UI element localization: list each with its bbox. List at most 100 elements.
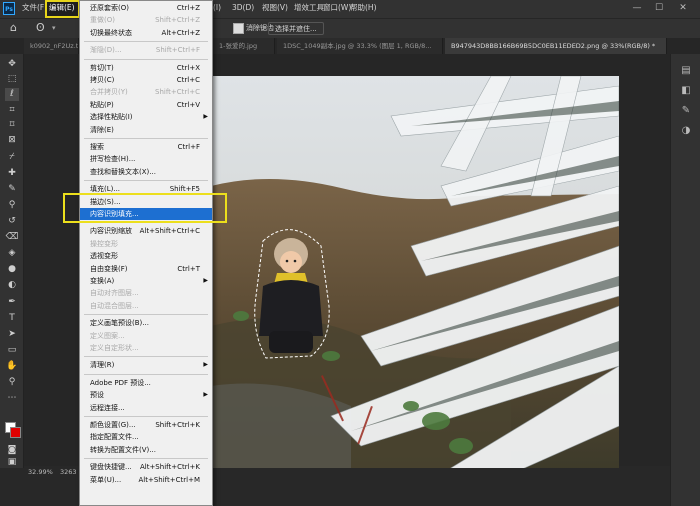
- menu-item-label: 自由变换(F): [90, 264, 128, 273]
- brush-tool-icon[interactable]: ✎: [5, 183, 19, 196]
- tool-preset-chevron-icon[interactable]: ▾: [52, 22, 60, 34]
- menu-item-shortcut: Ctrl+T: [177, 264, 200, 273]
- marquee-tool-icon[interactable]: ⬚: [5, 73, 19, 86]
- adjustments-panel-icon[interactable]: ◑: [679, 124, 693, 138]
- submenu-arrow-icon: ▶: [203, 361, 208, 369]
- menu-item-shortcut: Ctrl+Z: [176, 4, 200, 12]
- menu-item-label: 键盘快捷键...: [90, 463, 132, 472]
- edit-menu-item[interactable]: 剪切(T) Ctrl+X: [80, 62, 212, 74]
- eyedropper-tool-icon[interactable]: ⌿: [5, 151, 19, 164]
- tab-document-3[interactable]: 1DSC_1049副本.jpg @ 33.3% (图层 1, RGB/8...: [277, 38, 443, 54]
- edit-menu-item[interactable]: 指定配置文件...: [80, 431, 212, 443]
- document-image[interactable]: [211, 76, 619, 474]
- frame-tool-icon[interactable]: ⊠: [5, 134, 19, 147]
- edit-menu-item[interactable]: 自由变换(F) Ctrl+T: [80, 263, 212, 275]
- minimize-icon[interactable]: —: [630, 2, 644, 14]
- antialias-checkbox[interactable]: [233, 23, 244, 34]
- annotation-highlight-box: [63, 192, 227, 224]
- menu-item-shortcut: Shift+Ctrl+C: [155, 88, 200, 97]
- edit-menu-item[interactable]: 透视变形: [80, 250, 212, 262]
- tab-document-1[interactable]: k0902_nF2Uz.tt...: [24, 38, 79, 54]
- menu-item-label: 透视变形: [90, 252, 118, 261]
- menu-item-label: 内容识别缩放: [90, 227, 132, 236]
- paint-bucket-tool-icon[interactable]: ◈: [5, 247, 19, 260]
- edit-menu-item[interactable]: 菜单(U)... Alt+Shift+Ctrl+M: [80, 474, 212, 486]
- edit-menu-item[interactable]: Adobe PDF 预设...: [80, 377, 212, 389]
- edit-menu-item[interactable]: 还原套索(O) Ctrl+Z: [80, 2, 212, 14]
- edit-menu-item[interactable]: 定义画笔预设(B)...: [80, 317, 212, 329]
- select-and-mask-button[interactable]: 选择并遮住...: [268, 22, 324, 35]
- tab-document-2[interactable]: 1-张爱的.jpg: [213, 38, 275, 54]
- lasso-tool-icon[interactable]: ℓ: [5, 88, 19, 101]
- menu-item-label: 还原套索(O): [90, 4, 129, 12]
- maximize-icon[interactable]: ☐: [652, 2, 666, 14]
- edit-menu-item: 操控变形: [80, 238, 212, 250]
- edit-menu-item[interactable]: 变换(A) ▶: [80, 275, 212, 287]
- clone-stamp-tool-icon[interactable]: ⚲: [5, 199, 19, 212]
- menu-file[interactable]: 文件(F): [22, 0, 47, 18]
- hand-tool-icon[interactable]: ✋: [5, 360, 19, 373]
- lasso-icon[interactable]: ʘ: [36, 21, 50, 35]
- menu-item-label: 操控变形: [90, 239, 118, 248]
- history-brush-tool-icon[interactable]: ↺: [5, 215, 19, 228]
- menu-plugins[interactable]: 增效工具: [294, 0, 324, 18]
- menu-item-shortcut: Ctrl+F: [177, 143, 200, 151]
- pen-tool-icon[interactable]: ✒: [5, 296, 19, 309]
- edit-menu-item[interactable]: 切换最终状态 Alt+Ctrl+Z: [80, 27, 212, 39]
- background-color-swatch[interactable]: [10, 427, 21, 438]
- menu-item-shortcut: Ctrl+C: [176, 76, 200, 84]
- menu-help[interactable]: 帮助(H): [350, 0, 377, 18]
- edit-menu-item[interactable]: 拷贝(C) Ctrl+C: [80, 74, 212, 86]
- home-icon[interactable]: ⌂: [10, 22, 22, 34]
- move-tool-icon[interactable]: ✥: [5, 58, 19, 71]
- menu-window[interactable]: 窗口(W): [323, 0, 351, 18]
- close-icon[interactable]: ✕: [676, 2, 690, 14]
- properties-panel-icon[interactable]: ◧: [679, 84, 693, 98]
- edit-menu-item[interactable]: 搜索 Ctrl+F: [80, 141, 212, 153]
- menu-separator: [84, 356, 208, 358]
- zoom-level[interactable]: 32.99%: [28, 468, 53, 476]
- type-tool-icon[interactable]: T: [5, 312, 19, 325]
- dodge-tool-icon[interactable]: ◐: [5, 279, 19, 292]
- tab-document-active[interactable]: B947943D8BB166B69B5DC0EB11EDED2.png @ 33…: [445, 38, 667, 54]
- more-tools-icon[interactable]: ⋯: [5, 392, 19, 405]
- zoom-tool-icon[interactable]: ⚲: [5, 376, 19, 389]
- edit-menu-item[interactable]: 选择性粘贴(I) ▶: [80, 111, 212, 123]
- blur-tool-icon[interactable]: ●: [5, 263, 19, 276]
- menu-item-label: 拼写检查(H)...: [90, 155, 136, 164]
- menu-separator: [84, 180, 208, 182]
- brush-panel-icon[interactable]: ✎: [679, 104, 693, 118]
- menu-separator: [84, 416, 208, 417]
- history-panel-icon[interactable]: ▤: [679, 64, 693, 78]
- menu-item-label: 远程连接...: [90, 403, 125, 412]
- object-select-tool-icon[interactable]: ⌗: [5, 104, 19, 117]
- menu-item-label: 菜单(U)...: [90, 475, 122, 484]
- menu-view[interactable]: 视图(V): [262, 0, 288, 18]
- menu-item-shortcut: Ctrl+V: [176, 100, 200, 109]
- edit-menu-item: 重做(O) Shift+Ctrl+Z: [80, 14, 212, 26]
- healing-brush-tool-icon[interactable]: ✚: [5, 167, 19, 180]
- menu-item-shortcut: Shift+Ctrl+Z: [155, 16, 200, 25]
- edit-menu-item[interactable]: 粘贴(P) Ctrl+V: [80, 99, 212, 111]
- edit-menu-item[interactable]: 清除(E): [80, 124, 212, 136]
- edit-menu-item[interactable]: 颜色设置(G)... Shift+Ctrl+K: [80, 419, 212, 431]
- menu-item-label: 搜索: [90, 143, 104, 151]
- eraser-tool-icon[interactable]: ⌫: [5, 231, 19, 244]
- menu-3d[interactable]: 3D(D): [232, 0, 254, 18]
- menu-layer[interactable]: (I): [213, 0, 221, 18]
- menu-item-shortcut: Alt+Ctrl+Z: [161, 28, 200, 37]
- rectangle-tool-icon[interactable]: ▭: [5, 344, 19, 357]
- path-selection-tool-icon[interactable]: ➤: [5, 328, 19, 341]
- edit-menu-item[interactable]: 预设 ▶: [80, 389, 212, 401]
- edit-menu-item[interactable]: 拼写检查(H)...: [80, 153, 212, 165]
- menu-edit[interactable]: 编辑(E): [45, 0, 80, 18]
- edit-menu-item[interactable]: 清理(R) ▶: [80, 359, 212, 371]
- edit-menu-item[interactable]: 转换为配置文件(V)...: [80, 444, 212, 456]
- edit-menu-item[interactable]: 内容识别缩放 Alt+Shift+Ctrl+C: [80, 225, 212, 237]
- menu-item-label: 清理(R): [90, 361, 115, 370]
- menu-item-label: 变换(A): [90, 277, 115, 285]
- edit-menu-item[interactable]: 查找和替换文本(X)...: [80, 166, 212, 178]
- crop-tool-icon[interactable]: ⌑: [5, 119, 19, 132]
- edit-menu-item[interactable]: 键盘快捷键... Alt+Shift+Ctrl+K: [80, 461, 212, 473]
- edit-menu-item[interactable]: 远程连接...: [80, 402, 212, 414]
